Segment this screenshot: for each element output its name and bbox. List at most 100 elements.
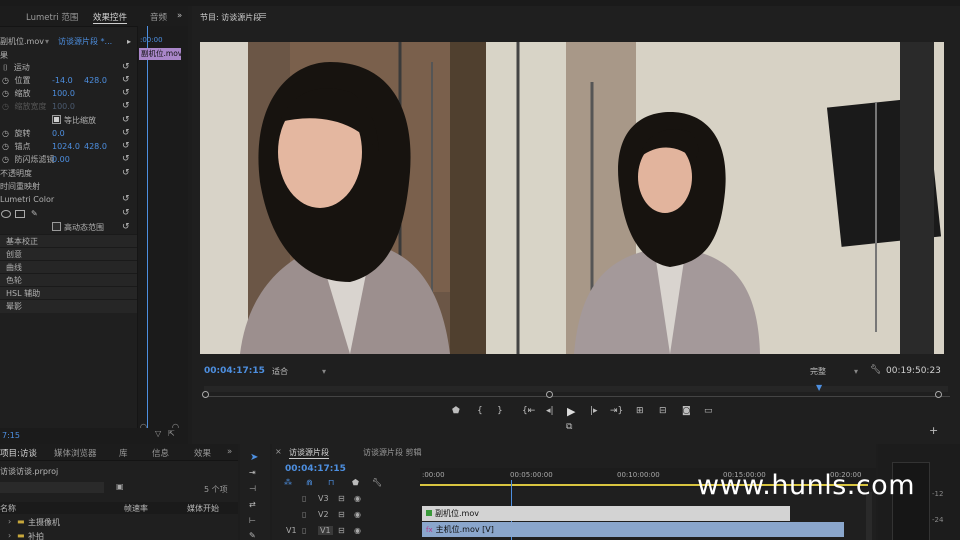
ripple-edit-tool-icon[interactable]: ⊣ <box>249 484 256 493</box>
pen-mask-icon[interactable]: ✎ <box>31 207 38 220</box>
reset-icon[interactable]: ↺ <box>122 140 130 153</box>
hsl-secondary-section[interactable]: HSL 辅助 <box>0 286 137 300</box>
go-to-out-icon[interactable]: ⇥} <box>610 406 623 416</box>
lock-icon[interactable]: ▯ <box>302 510 306 519</box>
column-media-start[interactable]: 媒体开始 <box>187 503 219 514</box>
play-button[interactable]: ▶ <box>567 405 575 418</box>
lock-icon[interactable]: ▯ <box>302 494 306 503</box>
clip-v2[interactable]: 副机位.mov <box>422 506 790 521</box>
add-marker-icon[interactable]: ⬟ <box>452 406 460 416</box>
insert-icon[interactable]: ⊞ <box>636 406 644 416</box>
insert-sequence-icon[interactable]: ⊓ <box>328 478 334 487</box>
sync-lock-icon[interactable]: ⊟ <box>338 526 345 535</box>
zoom-handle-mid[interactable] <box>546 391 553 398</box>
wrench-settings-icon[interactable]: 🔧︎ <box>870 365 881 375</box>
mini-timeline-playhead[interactable] <box>147 26 148 436</box>
program-monitor-title[interactable]: 节目: 访谈源片段 <box>200 12 261 23</box>
eye-icon[interactable]: ◉ <box>354 510 361 519</box>
zoom-scrollbar-track[interactable] <box>206 396 950 397</box>
anchor-y-value[interactable]: 428.0 <box>84 140 107 153</box>
lock-icon[interactable]: ▯ <box>302 526 306 535</box>
go-to-in-icon[interactable]: {⇤ <box>522 406 535 416</box>
anchor-x-value[interactable]: 1024.0 <box>52 140 80 153</box>
track-v2-label[interactable]: V2 <box>318 510 329 519</box>
anti-flicker-value[interactable]: 0.00 <box>52 153 70 166</box>
clip-v1[interactable]: fx 主机位.mov [V] <box>422 522 844 537</box>
add-marker-icon[interactable]: ⬟ <box>352 478 359 487</box>
export-icon[interactable]: ⇱ <box>168 429 175 438</box>
new-bin-icon[interactable]: ▣ <box>116 482 124 491</box>
overwrite-icon[interactable]: ⊟ <box>659 406 667 416</box>
chevron-right-icon[interactable]: › <box>8 531 11 540</box>
ellipse-mask-icon[interactable] <box>1 210 11 218</box>
motion-row[interactable]: ⌷ 运动 ↺ <box>0 61 137 74</box>
slip-tool-icon[interactable]: ⊢ <box>249 516 256 525</box>
panel-overflow-icon[interactable]: » <box>177 11 182 21</box>
snap-icon[interactable]: ⁂ <box>284 478 292 487</box>
zoom-handle-left[interactable] <box>202 391 209 398</box>
mark-in-icon[interactable]: { <box>477 406 483 416</box>
sequence-clip-label[interactable]: 访谈源片段 *... <box>58 35 112 48</box>
chevron-right-icon[interactable]: › <box>8 517 11 526</box>
reset-icon[interactable]: ↺ <box>122 193 130 206</box>
reset-icon[interactable]: ↺ <box>122 127 130 140</box>
track-v3-label[interactable]: V3 <box>318 494 329 503</box>
selection-tool-icon[interactable]: ➤ <box>250 452 258 463</box>
scale-value[interactable]: 100.0 <box>52 87 75 100</box>
stopwatch-icon[interactable]: ◷ <box>2 76 9 85</box>
reset-icon[interactable]: ↺ <box>122 61 130 74</box>
razor-tool-icon[interactable]: ⇄ <box>249 500 256 509</box>
panel-menu-icon[interactable]: ≡ <box>258 9 267 22</box>
source-clip-label[interactable]: 副机位.mov <box>0 35 44 48</box>
track-select-tool-icon[interactable]: ⇥ <box>249 468 256 477</box>
camera-export-frame-icon[interactable]: ◙ <box>682 406 691 416</box>
tab-sequence-edit[interactable]: 访谈源片段 剪辑 <box>363 447 422 458</box>
tab-effect-controls[interactable]: 效果控件 <box>93 11 128 24</box>
color-wheels-section[interactable]: 色轮 <box>0 273 137 287</box>
project-search-input[interactable] <box>0 482 104 493</box>
position-y-value[interactable]: 428.0 <box>84 74 107 87</box>
reset-icon[interactable]: ↺ <box>122 100 130 113</box>
program-playhead[interactable]: ▼ <box>816 383 822 392</box>
tab-effects[interactable]: 效果 <box>194 447 211 459</box>
column-name[interactable]: 名称 <box>0 503 16 514</box>
position-x-value[interactable]: -14.0 <box>52 74 73 87</box>
tab-info[interactable]: 信息 <box>152 447 169 459</box>
filter-icon[interactable]: ▽ <box>155 429 161 438</box>
mark-out-icon[interactable]: } <box>497 406 503 416</box>
wrench-settings-icon[interactable]: 🔧︎ <box>372 478 382 487</box>
sync-lock-icon[interactable]: ⊟ <box>338 494 345 503</box>
reset-icon[interactable]: ↺ <box>122 167 130 180</box>
chevron-down-icon[interactable]: ▾ <box>854 367 858 376</box>
tab-project[interactable]: 项目:访谈 <box>0 447 37 459</box>
linked-selection-icon[interactable]: ⋒ <box>306 478 313 487</box>
basic-correction-section[interactable]: 基本校正 <box>0 234 137 248</box>
chevron-down-icon[interactable]: ▾ <box>322 367 326 376</box>
creative-section[interactable]: 创意 <box>0 247 137 261</box>
list-item[interactable]: › ▬ 主摄像机 <box>0 516 238 528</box>
stopwatch-icon[interactable]: ◷ <box>2 129 9 138</box>
add-button-icon[interactable]: + <box>929 424 938 437</box>
close-icon[interactable]: × <box>275 447 282 456</box>
pen-tool-icon[interactable]: ✎ <box>249 531 256 540</box>
opacity-row[interactable]: 不透明度 ↺ <box>0 167 137 180</box>
quality-dropdown[interactable]: 完整 ▾ <box>810 366 858 377</box>
step-back-icon[interactable]: ◂| <box>546 406 554 416</box>
reset-icon[interactable]: ↺ <box>122 87 130 100</box>
eye-icon[interactable]: ◉ <box>354 526 361 535</box>
timeline-current-timecode[interactable]: 00:04:17:15 <box>285 464 346 474</box>
column-frame-rate[interactable]: 帧速率 <box>124 503 148 514</box>
fit-dropdown[interactable]: 适合 ▾ <box>272 366 326 377</box>
stopwatch-icon[interactable]: ◷ <box>2 89 9 98</box>
time-remap-row[interactable]: 时间重映射 <box>0 180 137 193</box>
stopwatch-icon[interactable]: ◷ <box>2 155 9 164</box>
tab-lumetri-scopes[interactable]: Lumetri 范围 <box>26 11 78 23</box>
step-forward-icon[interactable]: |▸ <box>590 406 598 416</box>
uniform-scale-checkbox[interactable] <box>52 115 61 124</box>
effect-controls-mini-timeline[interactable]: :00:00 副机位.mov ○ ○ <box>137 26 188 438</box>
tab-sequence-main[interactable]: 访谈源片段 <box>289 447 329 459</box>
rotation-value[interactable]: 0.0 <box>52 127 65 140</box>
reset-icon[interactable]: ↺ <box>122 207 130 220</box>
reset-icon[interactable]: ↺ <box>122 74 130 87</box>
program-current-timecode[interactable]: 00:04:17:15 <box>204 366 265 376</box>
